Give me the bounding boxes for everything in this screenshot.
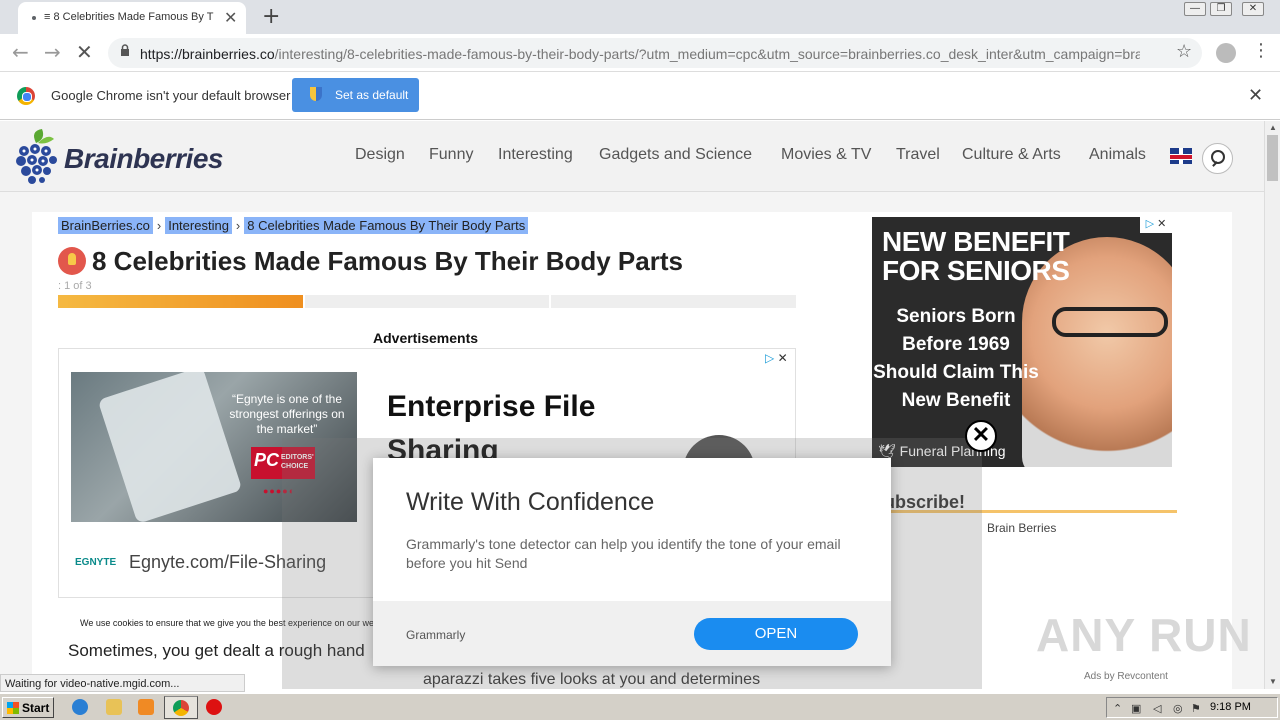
url-host: https://brainberries.co (140, 46, 275, 62)
glasses-graphic (1052, 307, 1168, 337)
infobar-message: Google Chrome isn't your default browser (51, 88, 291, 103)
seniors-benefit-ad[interactable]: NEW BENEFIT FOR SENIORS Seniors Born Bef… (872, 217, 1172, 467)
anyrun-watermark: ANY RUN (1036, 609, 1252, 661)
system-tray: ⌃ ▣ ◁ ◎ ⚑ 9:18 PM (1106, 697, 1278, 718)
maximize-button[interactable]: ❐ (1210, 2, 1232, 16)
nav-movies-tv[interactable]: Movies & TV (781, 146, 871, 164)
loading-icon (32, 16, 36, 20)
minimize-button[interactable]: — (1184, 2, 1206, 16)
default-browser-infobar: Google Chrome isn't your default browser… (0, 72, 1280, 120)
security-icon[interactable]: ◎ (1173, 702, 1185, 715)
breadcrumb-separator: › (235, 218, 241, 233)
nav-design[interactable]: Design (355, 146, 405, 164)
media-player-icon[interactable] (138, 699, 154, 715)
tray-expand-icon[interactable]: ⌃ (1113, 702, 1125, 715)
scroll-thumb[interactable] (1267, 135, 1278, 181)
profile-avatar[interactable] (1216, 43, 1236, 63)
egnyte-logo: EGNYTE (75, 557, 117, 568)
bookmark-star-icon[interactable]: ☆ (1176, 41, 1192, 62)
site-header: Brainberries Design Funny Interesting Ga… (0, 121, 1264, 192)
ad-close-button[interactable]: ✕ (965, 420, 997, 452)
ads-by-revcontent[interactable]: Ads by Revcontent (1084, 671, 1168, 682)
breadcrumb-current: 8 Celebrities Made Famous By Their Body … (244, 217, 529, 234)
adchoices-icon[interactable]: ▷ ✕ (765, 351, 788, 365)
grammarly-popup[interactable]: Write With Confidence Grammarly's tone d… (373, 458, 891, 666)
chrome-icon (17, 87, 35, 105)
open-button[interactable]: OPEN (694, 618, 858, 650)
tab-close-icon[interactable]: ✕ (224, 8, 237, 28)
tab-title: ≡ 8 Celebrities Made Famous By The (44, 11, 214, 23)
nav-animals[interactable]: Animals (1089, 146, 1146, 164)
breadcrumb-separator: › (156, 218, 162, 233)
nav-travel[interactable]: Travel (896, 146, 940, 164)
stop-icon[interactable]: ✕ (76, 40, 93, 64)
ad-quote: “Egnyte is one of the strongest offering… (229, 392, 345, 436)
explorer-folder-icon[interactable] (106, 699, 122, 715)
status-bar: Waiting for video-native.mgid.com... (0, 674, 245, 692)
clock: 9:18 PM (1210, 701, 1251, 713)
new-tab-button[interactable]: + (262, 4, 280, 29)
popup-brand: Grammarly (406, 628, 466, 642)
nav-interesting[interactable]: Interesting (498, 146, 573, 164)
badge-pc: PC (254, 450, 280, 470)
site-logo-text[interactable]: Brainberries (64, 143, 223, 175)
side-ad-title: NEW BENEFIT FOR SENIORS (882, 226, 1070, 286)
url-path: /interesting/8-celebrities-made-famous-b… (274, 46, 1140, 62)
progress-segment-3 (551, 295, 796, 308)
chrome-taskbar-icon (173, 700, 189, 716)
taskbar-chrome-button[interactable] (164, 696, 198, 719)
brain-berries-label: Brain Berries (987, 521, 1057, 535)
browser-toolbar: ← → ✕ https://brainberries.co/interestin… (0, 34, 1280, 72)
side-adchoices-icon[interactable]: ▷ ✕ (1140, 217, 1172, 233)
start-label: Start (22, 701, 50, 715)
url-text: https://brainberries.co/interesting/8-ce… (140, 46, 1140, 62)
start-button[interactable]: Start (2, 697, 54, 718)
phone-graphic (97, 372, 243, 522)
uk-flag-icon[interactable] (1170, 148, 1192, 164)
nav-culture-arts[interactable]: Culture & Arts (962, 146, 1061, 164)
windows-logo-icon (7, 702, 19, 714)
address-bar[interactable]: https://brainberries.co/interesting/8-ce… (108, 38, 1202, 68)
set-default-label: Set as default (335, 88, 409, 102)
breadcrumb-interesting[interactable]: Interesting (165, 217, 232, 234)
lock-icon (121, 44, 129, 56)
popup-footer: Grammarly OPEN (373, 601, 891, 666)
browser-tab[interactable]: ≡ 8 Celebrities Made Famous By The ✕ (18, 2, 246, 34)
action-center-flag-icon[interactable]: ⚑ (1191, 702, 1203, 715)
nav-funny[interactable]: Funny (429, 146, 473, 164)
popup-body: Grammarly's tone detector can help you i… (406, 536, 841, 571)
popup-title: Write With Confidence (406, 488, 655, 516)
back-icon[interactable]: ← (12, 40, 29, 64)
opera-icon[interactable] (206, 699, 222, 715)
progress-segment-2 (305, 295, 549, 308)
brainberries-logo-icon[interactable] (16, 129, 58, 185)
set-default-button[interactable]: Set as default (292, 78, 419, 112)
page-indicator: : 1 of 3 (58, 280, 92, 292)
volume-icon[interactable]: ◁ (1153, 702, 1165, 715)
lightbulb-icon (58, 247, 86, 275)
article-title: 8 Celebrities Made Famous By Their Body … (92, 246, 683, 276)
nav-gadgets-and-science[interactable]: Gadgets and Science (599, 146, 752, 164)
search-icon[interactable] (1202, 143, 1233, 174)
taskbar: Start ⌃ ▣ ◁ ◎ ⚑ 9:18 PM (0, 693, 1280, 720)
tab-strip: ≡ 8 Celebrities Made Famous By The ✕ + —… (0, 0, 1280, 34)
menu-icon[interactable]: ⋮ (1252, 40, 1270, 61)
page-scrollbar[interactable]: ▲ ▼ (1264, 121, 1280, 689)
scroll-up-icon[interactable]: ▲ (1269, 123, 1277, 132)
scroll-down-icon[interactable]: ▼ (1269, 677, 1277, 686)
network-icon[interactable]: ▣ (1131, 702, 1143, 715)
advertisements-label: Advertisements (373, 330, 479, 346)
shield-icon (310, 87, 322, 101)
breadcrumb: BrainBerries.co › Interesting › 8 Celebritie… (58, 217, 529, 234)
infobar-close-icon[interactable]: ✕ (1248, 85, 1263, 106)
side-ad-subtitle: Seniors Born Before 1969 Should Claim Th… (873, 306, 1039, 411)
ie-icon[interactable] (72, 699, 88, 715)
progress-segment-1 (58, 295, 303, 308)
window-close-button[interactable]: ✕ (1242, 2, 1264, 16)
breadcrumb-home[interactable]: BrainBerries.co (58, 217, 153, 234)
forward-icon[interactable]: → (44, 40, 61, 64)
